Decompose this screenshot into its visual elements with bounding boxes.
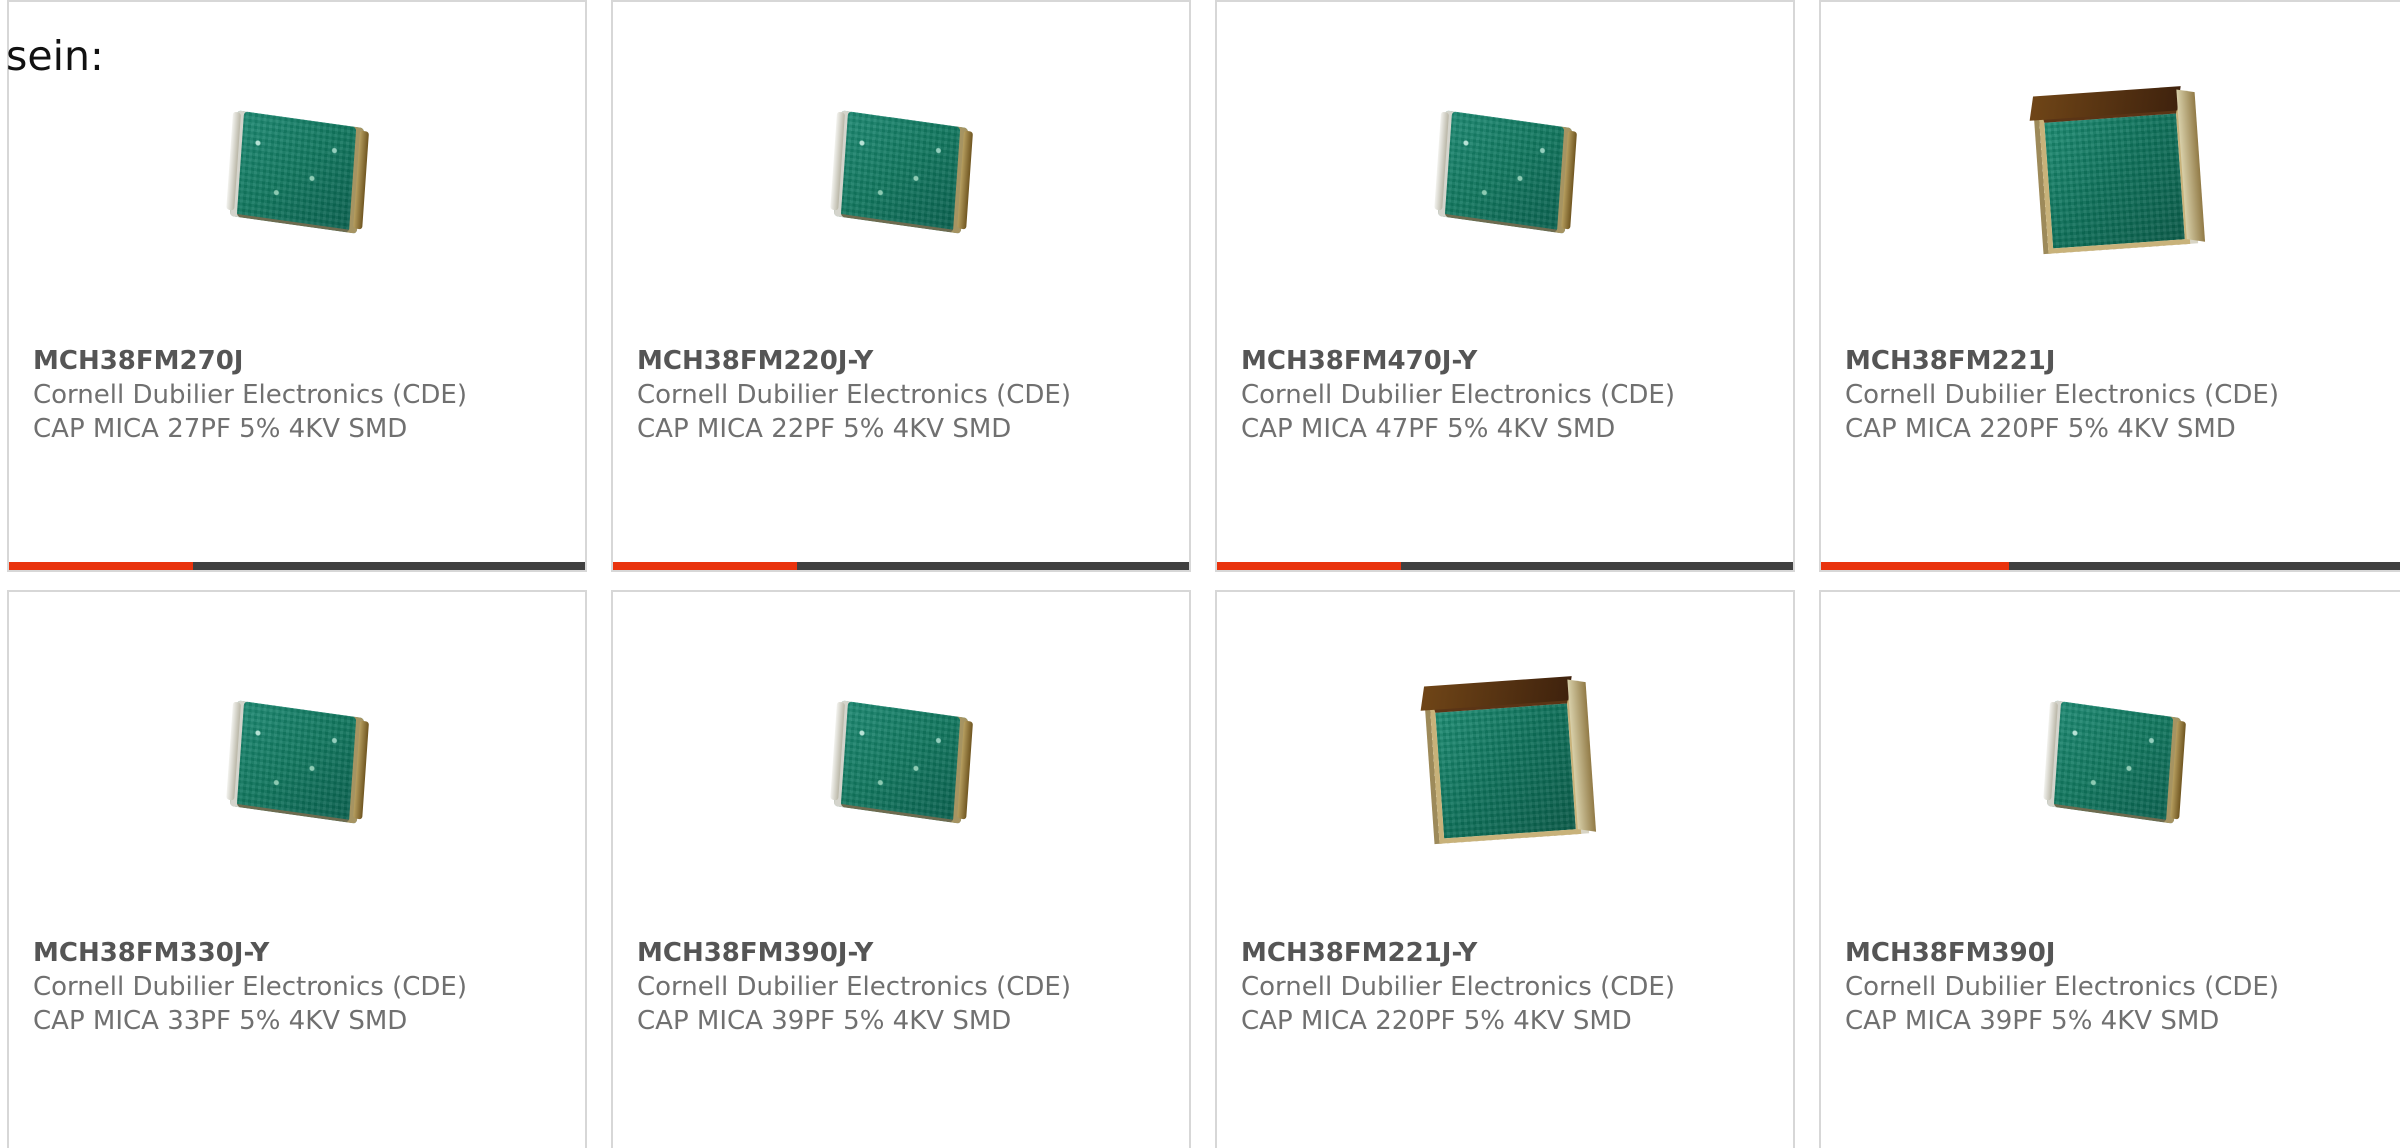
product-card-mch38fm270j[interactable]: MCH38FM270J Cornell Dubilier Electronics… <box>7 0 587 572</box>
product-description: CAP MICA 47PF 5% 4KV SMD <box>1241 414 1616 444</box>
card-accent-bar-fill <box>613 562 798 570</box>
product-description: CAP MICA 22PF 5% 4KV SMD <box>637 414 1012 444</box>
manufacturer-name: Cornell Dubilier Electronics (CDE) <box>1845 380 2279 410</box>
mica-capacitor-chip-icon <box>1437 110 1573 234</box>
product-grid: MCH38FM270J Cornell Dubilier Electronics… <box>7 0 2400 1148</box>
card-accent-bar-fill <box>1821 562 2009 570</box>
card-accent-bar <box>9 562 585 570</box>
card-accent-bar <box>613 562 1189 570</box>
part-number-link[interactable]: MCH38FM390J-Y <box>637 936 873 970</box>
product-card-mch38fm390j[interactable]: MCH38FM390J Cornell Dubilier Electronics… <box>1819 590 2400 1148</box>
mica-capacitor-chip-icon <box>229 700 365 824</box>
product-card-mch38fm330j-y[interactable]: MCH38FM330J-Y Cornell Dubilier Electroni… <box>7 590 587 1148</box>
part-number-link[interactable]: MCH38FM470J-Y <box>1241 344 1477 378</box>
card-accent-bar-fill <box>1217 562 1402 570</box>
mica-capacitor-block-icon <box>2037 90 2191 254</box>
product-results-page: sein: MCH38FM270J Cornell Dubilier Elect… <box>0 0 2400 1148</box>
product-description: CAP MICA 39PF 5% 4KV SMD <box>637 1006 1012 1036</box>
product-card-mch38fm220j-y[interactable]: MCH38FM220J-Y Cornell Dubilier Electroni… <box>611 0 1191 572</box>
manufacturer-name: Cornell Dubilier Electronics (CDE) <box>637 380 1071 410</box>
part-number-link[interactable]: MCH38FM221J-Y <box>1241 936 1477 970</box>
part-number-link[interactable]: MCH38FM220J-Y <box>637 344 873 378</box>
mica-capacitor-chip-icon <box>833 110 969 234</box>
product-image[interactable] <box>2009 662 2219 862</box>
product-card-mch38fm470j-y[interactable]: MCH38FM470J-Y Cornell Dubilier Electroni… <box>1215 0 1795 572</box>
product-card-mch38fm221j-y[interactable]: MCH38FM221J-Y Cornell Dubilier Electroni… <box>1215 590 1795 1148</box>
card-accent-bar <box>1217 562 1793 570</box>
part-number-link[interactable]: MCH38FM390J <box>1845 936 2055 970</box>
product-description: CAP MICA 33PF 5% 4KV SMD <box>33 1006 408 1036</box>
product-image[interactable] <box>1400 72 1610 272</box>
mica-capacitor-chip-icon <box>229 110 365 234</box>
part-number-link[interactable]: MCH38FM270J <box>33 344 243 378</box>
product-description: CAP MICA 220PF 5% 4KV SMD <box>1241 1006 1632 1036</box>
manufacturer-name: Cornell Dubilier Electronics (CDE) <box>1845 972 2279 1002</box>
part-number-link[interactable]: MCH38FM330J-Y <box>33 936 269 970</box>
manufacturer-name: Cornell Dubilier Electronics (CDE) <box>33 972 467 1002</box>
product-description: CAP MICA 220PF 5% 4KV SMD <box>1845 414 2236 444</box>
product-image[interactable] <box>796 662 1006 862</box>
card-accent-bar-fill <box>9 562 194 570</box>
product-image[interactable] <box>192 72 402 272</box>
product-image[interactable] <box>192 662 402 862</box>
manufacturer-name: Cornell Dubilier Electronics (CDE) <box>33 380 467 410</box>
product-image[interactable] <box>1400 662 1610 862</box>
product-image[interactable] <box>2009 72 2219 272</box>
intro-text: sein: <box>6 32 104 80</box>
mica-capacitor-chip-icon <box>833 700 969 824</box>
card-accent-bar <box>1821 562 2400 570</box>
product-card-mch38fm221j[interactable]: MCH38FM221J Cornell Dubilier Electronics… <box>1819 0 2400 572</box>
product-card-mch38fm390j-y[interactable]: MCH38FM390J-Y Cornell Dubilier Electroni… <box>611 590 1191 1148</box>
product-image[interactable] <box>796 72 1006 272</box>
manufacturer-name: Cornell Dubilier Electronics (CDE) <box>1241 972 1675 1002</box>
part-number-link[interactable]: MCH38FM221J <box>1845 344 2055 378</box>
mica-capacitor-chip-icon <box>2046 700 2182 824</box>
manufacturer-name: Cornell Dubilier Electronics (CDE) <box>1241 380 1675 410</box>
product-description: CAP MICA 27PF 5% 4KV SMD <box>33 414 408 444</box>
manufacturer-name: Cornell Dubilier Electronics (CDE) <box>637 972 1071 1002</box>
mica-capacitor-block-icon <box>1428 680 1582 844</box>
product-description: CAP MICA 39PF 5% 4KV SMD <box>1845 1006 2220 1036</box>
